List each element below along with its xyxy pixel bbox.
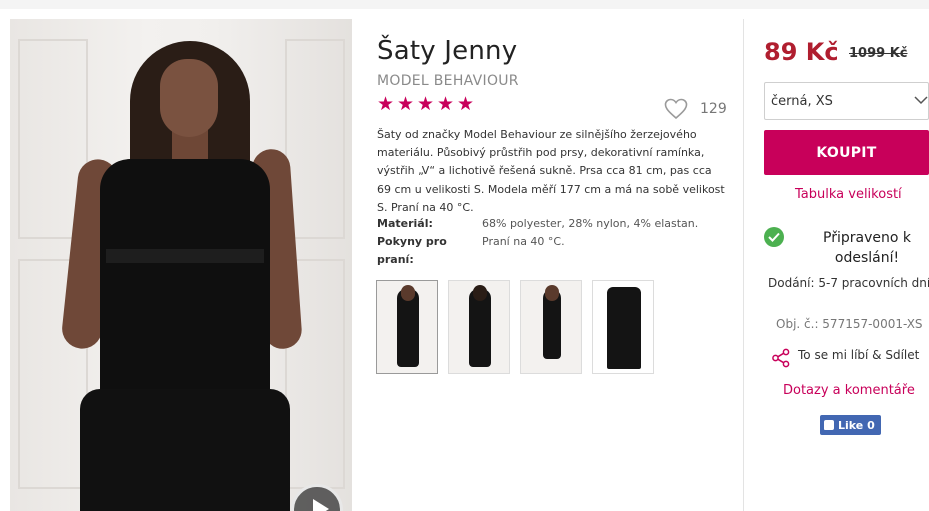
variant-select[interactable]: černá, XS <box>764 82 929 120</box>
rating-stars[interactable]: ★ ★ ★ ★ ★ <box>377 93 475 115</box>
thumbnail-gallery <box>376 280 654 374</box>
top-bar <box>0 0 929 9</box>
column-divider <box>743 19 744 511</box>
thumbnail-full-length[interactable] <box>520 280 582 374</box>
product-number: Obj. č.: 577157-0001-XS <box>776 317 923 331</box>
star-icon: ★ <box>417 93 435 115</box>
facebook-like-button[interactable]: Like 0 <box>820 415 881 435</box>
availability-status: Připraveno k odeslání! <box>823 230 911 266</box>
product-description: Šaty od značky Model Behaviour ze silněj… <box>377 128 725 214</box>
property-row: Materiál: 68% polyester, 28% nylon, 4% e… <box>377 215 698 233</box>
facebook-like-label: Like 0 <box>838 418 875 432</box>
check-icon <box>764 227 784 247</box>
star-icon: ★ <box>377 93 395 115</box>
property-row: Pokyny pro praní: Praní na 40 °C. <box>377 233 698 269</box>
share-link[interactable]: To se mi líbí & Sdílet <box>798 348 919 362</box>
thumbs-up-icon <box>824 420 834 430</box>
star-icon: ★ <box>457 93 475 115</box>
product-properties: Materiál: 68% polyester, 28% nylon, 4% e… <box>377 215 698 270</box>
star-icon: ★ <box>437 93 455 115</box>
property-key: Materiál: <box>377 217 433 230</box>
questions-link[interactable]: Dotazy a komentáře <box>783 383 915 398</box>
property-value: Praní na 40 °C. <box>482 235 565 249</box>
thumbnail-flat[interactable] <box>592 280 654 374</box>
original-price: 1099 Kč <box>849 46 908 61</box>
likes-count: 129 <box>700 101 727 117</box>
main-product-image[interactable] <box>10 19 352 511</box>
share-icon[interactable] <box>771 348 791 368</box>
current-price: 89 Kč <box>764 38 839 66</box>
thumbnail-front[interactable] <box>376 280 438 374</box>
variant-value: černá, XS <box>771 94 833 109</box>
thumbnail-back[interactable] <box>448 280 510 374</box>
buy-button[interactable]: KOUPIT <box>764 130 929 175</box>
product-title: Šaty Jenny <box>377 36 518 66</box>
property-key: Pokyny pro praní: <box>377 235 447 267</box>
chevron-down-icon <box>914 96 928 105</box>
play-icon <box>313 499 329 511</box>
product-brand[interactable]: MODEL BEHAVIOUR <box>377 73 519 89</box>
size-chart-link[interactable]: Tabulka velikostí <box>795 187 902 202</box>
star-icon: ★ <box>397 93 415 115</box>
heart-icon[interactable] <box>664 98 688 120</box>
property-value: 68% polyester, 28% nylon, 4% elastan. <box>482 217 699 230</box>
delivery-time: Dodání: 5-7 pracovních dní <box>768 276 929 290</box>
